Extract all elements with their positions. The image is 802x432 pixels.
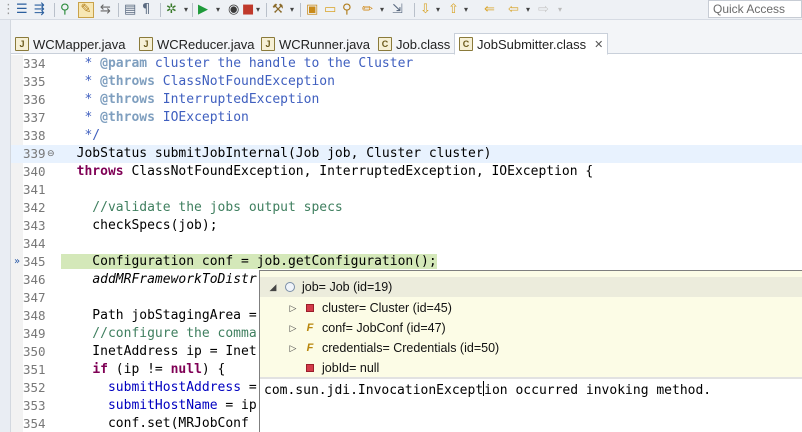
code-line: 335 * @throws ClassNotFoundException bbox=[23, 74, 335, 89]
variable-tree[interactable]: ◢ job= Job (id=19) ▷ cluster= Cluster (i… bbox=[260, 271, 802, 377]
tab-job-class[interactable]: C Job.class bbox=[378, 34, 450, 54]
code-line: 337 * @throws IOException bbox=[23, 110, 249, 125]
fold-toggle-icon[interactable]: ⊖ bbox=[47, 145, 55, 163]
tab-label: Job.class bbox=[396, 36, 451, 52]
tab-wcrunner[interactable]: J WCRunner.java bbox=[261, 34, 370, 54]
chevron-down-icon[interactable]: ▾ bbox=[380, 3, 384, 17]
record-icon[interactable]: ◉ bbox=[228, 2, 239, 18]
pencil-icon[interactable]: ✏ bbox=[362, 2, 373, 18]
class-file-icon: C bbox=[459, 37, 473, 51]
object-icon bbox=[285, 282, 295, 292]
doc-icon[interactable]: ▤ bbox=[124, 2, 136, 18]
code-line-breakpoint: » 345 Configuration conf = job.getConfig… bbox=[11, 253, 802, 271]
chevron-down-icon[interactable]: ▾ bbox=[256, 3, 260, 17]
detail-pane[interactable]: com.sun.jdi.InvocationException occurred… bbox=[264, 381, 711, 400]
debug-hover-popup[interactable]: ◢ job= Job (id=19) ▷ cluster= Cluster (i… bbox=[259, 270, 802, 432]
tab-label: WCRunner.java bbox=[279, 36, 371, 52]
paragraph-icon[interactable]: ¶ bbox=[142, 2, 150, 18]
toolbar-grip-icon: ⋮ bbox=[2, 2, 15, 17]
tree-row-job[interactable]: ◢ job= Job (id=19) bbox=[260, 277, 802, 297]
main-toolbar: ⋮ ☰ ⇶ ⚲ ✎ ⇆ ▤ ¶ ✲ ▾ ▶ ▾ ◉ ■ ▾ ⚒ ▾ ▣ ▭ ⚲ … bbox=[0, 0, 802, 20]
left-trim-bar bbox=[0, 20, 11, 432]
search-icon[interactable]: ⚲ bbox=[342, 2, 352, 18]
debug-icon[interactable]: ✲ bbox=[166, 2, 177, 18]
last-edit-icon[interactable]: ⇐ bbox=[484, 2, 495, 18]
run-icon[interactable]: ▶ bbox=[198, 2, 208, 18]
chevron-down-icon[interactable]: ▾ bbox=[558, 3, 562, 17]
collapsed-icon[interactable]: ▷ bbox=[288, 343, 298, 354]
code-line: 336 * @throws InterruptedException bbox=[23, 92, 320, 107]
code-line: 344 bbox=[23, 236, 46, 251]
java-file-icon: J bbox=[139, 37, 153, 51]
hammer-icon[interactable]: ⚒ bbox=[272, 2, 284, 18]
private-field-icon bbox=[306, 304, 314, 312]
tab-label: JobSubmitter.class bbox=[477, 36, 587, 52]
chevron-down-icon[interactable]: ▾ bbox=[216, 3, 220, 17]
tree-row-credentials[interactable]: ▷ F credentials= Credentials (id=50) bbox=[260, 338, 802, 358]
class-file-icon: C bbox=[378, 37, 392, 51]
stop-icon[interactable]: ■ bbox=[242, 2, 254, 18]
chevron-down-icon[interactable]: ▾ bbox=[526, 3, 530, 17]
code-line: 341 bbox=[23, 182, 46, 197]
variable-icon[interactable]: ⇶ bbox=[34, 2, 45, 18]
tab-wcmapper[interactable]: J WCMapper.java bbox=[15, 34, 125, 54]
package-icon[interactable]: ▣ bbox=[306, 2, 318, 18]
chevron-down-icon[interactable]: ▾ bbox=[184, 3, 188, 17]
step-icon[interactable]: ⚲ bbox=[60, 2, 70, 18]
private-field-icon bbox=[306, 364, 314, 372]
tab-label: WCMapper.java bbox=[33, 36, 126, 52]
share-icon[interactable]: ⇆ bbox=[100, 2, 111, 18]
java-file-icon: J bbox=[261, 37, 275, 51]
tab-label: WCReducer.java bbox=[157, 36, 255, 52]
list-icon[interactable]: ☰ bbox=[16, 2, 28, 18]
tab-jobsubmitter-class[interactable]: C JobSubmitter.class ✕ bbox=[454, 33, 609, 55]
instruction-pointer-icon: » bbox=[13, 256, 21, 267]
tree-row-conf[interactable]: ▷ F conf= JobConf (id=47) bbox=[260, 318, 802, 338]
code-line: 343 checkSpecs(job); bbox=[23, 218, 218, 233]
popup-divider[interactable] bbox=[260, 377, 802, 379]
expanded-icon[interactable]: ◢ bbox=[268, 282, 278, 293]
tab-wcreducer[interactable]: J WCReducer.java bbox=[139, 34, 255, 54]
final-field-icon: F bbox=[306, 342, 314, 354]
quick-access-input[interactable]: Quick Access bbox=[708, 0, 802, 18]
code-line: 340 throws ClassNotFoundException, Inter… bbox=[23, 164, 594, 179]
pin-icon[interactable]: ⇲ bbox=[392, 2, 403, 18]
forward-icon[interactable]: ⇨ bbox=[538, 2, 549, 18]
code-line-current: 339 ⊖ JobStatus submitJobInternal(Job jo… bbox=[11, 145, 802, 163]
java-file-icon: J bbox=[15, 37, 29, 51]
chevron-down-icon[interactable]: ▾ bbox=[464, 3, 468, 17]
code-line: 334 * @param cluster the handle to the C… bbox=[23, 56, 414, 71]
chevron-down-icon[interactable]: ▾ bbox=[436, 3, 440, 17]
next-annotation-icon[interactable]: ⇩ bbox=[420, 2, 431, 18]
collapsed-icon[interactable]: ▷ bbox=[288, 323, 298, 334]
tree-row-jobid[interactable]: jobId= null bbox=[260, 358, 802, 378]
prev-annotation-icon[interactable]: ⇧ bbox=[448, 2, 459, 18]
close-icon[interactable]: ✕ bbox=[594, 38, 603, 51]
final-field-icon: F bbox=[306, 322, 314, 334]
folder-icon[interactable]: ▭ bbox=[324, 2, 336, 18]
collapsed-icon[interactable]: ▷ bbox=[288, 303, 298, 314]
tree-row-cluster[interactable]: ▷ cluster= Cluster (id=45) bbox=[260, 298, 802, 318]
chevron-down-icon[interactable]: ▾ bbox=[290, 3, 294, 17]
editor-tab-bar: J WCMapper.java J WCReducer.java J WCRun… bbox=[11, 20, 802, 55]
code-line: 338 */ bbox=[23, 128, 101, 143]
pen-icon[interactable]: ✎ bbox=[78, 2, 94, 18]
code-line: 342 //validate the jobs output specs bbox=[23, 200, 343, 215]
back-icon[interactable]: ⇦ bbox=[508, 2, 519, 18]
